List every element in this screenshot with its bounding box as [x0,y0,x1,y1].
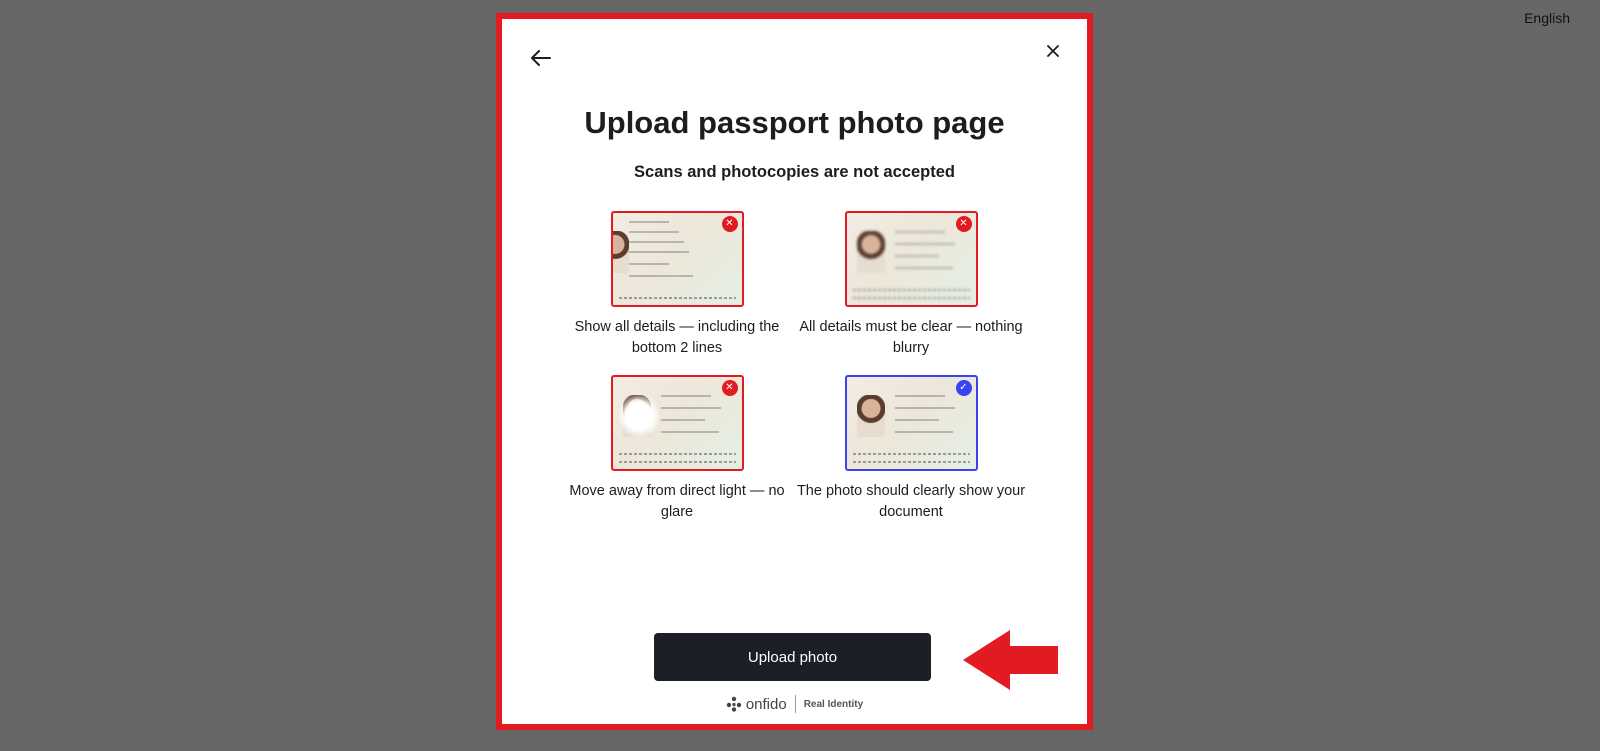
tip-item: ✕ All details must be clear — nothing bl… [794,211,1028,359]
back-button[interactable] [528,45,554,71]
close-button[interactable] [1041,39,1065,63]
passport-example-image: ✓ [844,375,978,471]
onfido-logo: onfido [726,696,787,713]
x-circle-icon: ✕ [721,216,738,232]
footer: onfido Real Identity [502,695,1087,713]
tip-caption: Move away from direct light — no glare [569,483,785,520]
portrait-image [856,231,885,273]
passport-example-image: ✕ [610,211,744,307]
footer-divider [794,695,796,713]
x-circle-icon: ✕ [721,380,738,396]
close-icon [1047,45,1059,57]
portrait-image [612,231,629,273]
brand-tagline: Real Identity [803,698,864,710]
arrow-pointer-icon [963,630,1058,690]
tip-item: ✓ The photo should clearly show your doc… [794,375,1028,523]
passport-example-image: ✕ [610,375,744,471]
glare-spot [618,393,659,439]
check-circle-icon: ✓ [955,380,972,396]
page-subtitle: Scans and photocopies are not accepted [634,163,955,181]
tip-caption: Show all details — including the bottom … [574,319,780,356]
tip-item: ✕ Show all details — including the botto… [560,211,794,359]
tip-caption: All details must be clear — nothing blur… [799,319,1023,356]
brand-name: onfido [745,695,787,713]
language-selector[interactable]: English [1524,10,1570,26]
arrow-left-icon [531,50,551,66]
upload-photo-button[interactable]: Upload photo [654,633,931,681]
upload-passport-modal: Upload passport photo page Scans and pho… [502,19,1087,724]
tip-item: ✕ Move away from direct light — no glare [560,375,794,523]
page-title: Upload passport photo page [584,105,1005,140]
x-circle-icon: ✕ [955,216,972,232]
tip-caption: The photo should clearly show your docum… [796,483,1026,520]
tips-grid: ✕ Show all details — including the botto… [560,211,1028,523]
portrait-image [856,395,885,437]
passport-example-image: ✕ [844,211,978,307]
onfido-mark-icon [726,696,742,712]
